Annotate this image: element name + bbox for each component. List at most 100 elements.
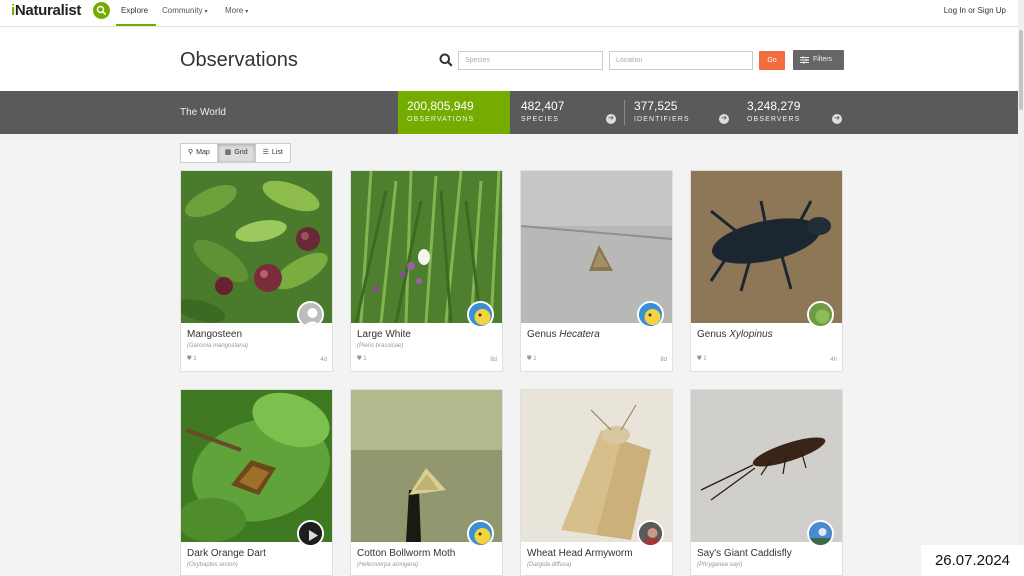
observation-title[interactable]: Dark Orange Dart xyxy=(187,548,266,559)
scientific-name: (Dargida diffusa) xyxy=(527,562,572,568)
arrow-right-icon: ➔ xyxy=(832,114,842,124)
observation-title[interactable]: Mangosteen xyxy=(187,329,242,340)
user-avatar[interactable] xyxy=(807,301,834,328)
stat-observations[interactable]: 200,805,949 OBSERVATIONS xyxy=(398,91,510,134)
search-icon xyxy=(439,53,453,67)
arrow-right-icon: ➔ xyxy=(606,114,616,124)
observation-title[interactable]: Large White xyxy=(357,329,411,340)
id-shield-icon: ⛊ xyxy=(357,356,362,362)
scientific-name: (Phryganea sayi) xyxy=(697,562,743,568)
login-signup-link[interactable]: Log In or Sign Up xyxy=(944,6,1006,15)
user-avatar[interactable] xyxy=(467,520,494,547)
view-toggle: ⚲ Map ▦ Grid ☰ List xyxy=(180,143,291,163)
page-title: Observations xyxy=(180,49,298,71)
tab-list-label: List xyxy=(271,149,283,156)
scrollbar-thumb[interactable] xyxy=(1019,30,1023,110)
date-stamp: 26.07.2024 xyxy=(921,545,1024,576)
observation-time: 4d xyxy=(320,357,327,363)
title-prefix: Genus xyxy=(697,329,730,340)
observation-title[interactable]: Genus Hecatera xyxy=(527,329,600,340)
scientific-name: (Pieris brassicae) xyxy=(357,343,404,349)
observation-title[interactable]: Wheat Head Armyworm xyxy=(527,548,633,559)
observation-card[interactable]: Genus Xylopinus ⛊ 1 4h xyxy=(690,170,843,372)
observation-title[interactable]: Genus Xylopinus xyxy=(697,329,773,340)
map-marker-icon: ⚲ xyxy=(188,149,194,156)
observation-time: 8d xyxy=(490,357,497,363)
list-icon: ☰ xyxy=(262,149,269,156)
page-header: Observations Species Location Go Filters xyxy=(0,27,1024,91)
place-name: The World xyxy=(180,107,226,118)
go-button[interactable]: Go xyxy=(759,51,785,70)
tab-grid-label: Grid xyxy=(234,149,248,156)
user-avatar[interactable] xyxy=(297,520,324,547)
observation-card[interactable]: Genus Hecatera ⛊ 1 8d xyxy=(520,170,673,372)
tab-grid[interactable]: ▦ Grid xyxy=(217,144,256,162)
filters-button[interactable]: Filters xyxy=(793,50,844,70)
stat-species[interactable]: 482,407 SPECIES ➔ xyxy=(512,91,624,134)
user-avatar[interactable] xyxy=(297,301,324,328)
observation-card[interactable]: Cotton Bollworm Moth (Helicoverpa armige… xyxy=(350,389,503,576)
nav-community-label: Community xyxy=(162,6,203,15)
nav-community[interactable]: Community ▾ xyxy=(162,6,207,15)
top-navbar: iNaturalist Explore Community ▾ More ▾ Log… xyxy=(0,0,1024,27)
observation-card[interactable]: Wheat Head Armyworm (Dargida diffusa) xyxy=(520,389,673,576)
id-count: 1 xyxy=(193,356,197,362)
stats-bar: The World 200,805,949 OBSERVATIONS 482,4… xyxy=(0,91,1024,134)
stat-label: IDENTIFIERS xyxy=(634,116,690,123)
observation-card[interactable]: Mangosteen (Garcinia mangostana) ⛊ 1 4d xyxy=(180,170,333,372)
nav-more-label: More xyxy=(225,6,244,15)
grid-icon: ▦ xyxy=(224,149,232,156)
chevron-down-icon: ▾ xyxy=(204,9,208,15)
filters-label: Filters xyxy=(813,56,833,63)
identifications-count: ⛊ 1 xyxy=(357,356,367,363)
observation-time: 4h xyxy=(830,357,837,363)
observation-card[interactable]: Large White (Pieris brassicae) ⛊ 1 8d xyxy=(350,170,503,372)
nav-more[interactable]: More ▾ xyxy=(225,6,248,15)
identifications-count: ⛊ 1 xyxy=(187,356,197,363)
id-shield-icon: ⛊ xyxy=(187,356,192,362)
taxon-name: Xylopinus xyxy=(729,329,773,340)
tab-map[interactable]: ⚲ Map xyxy=(181,144,218,162)
id-shield-icon: ⛊ xyxy=(527,356,532,362)
observation-card[interactable]: Say's Giant Caddisfly (Phryganea sayi) xyxy=(690,389,843,576)
stat-label: SPECIES xyxy=(521,116,560,123)
observation-title[interactable]: Say's Giant Caddisfly xyxy=(697,548,792,559)
sliders-icon xyxy=(800,56,809,64)
tab-map-label: Map xyxy=(196,149,210,156)
location-input[interactable]: Location xyxy=(609,51,753,70)
stat-label: OBSERVERS xyxy=(747,116,801,123)
search-icon[interactable] xyxy=(93,2,110,19)
active-nav-indicator xyxy=(116,24,156,26)
title-prefix: Genus xyxy=(527,329,560,340)
page-scrollbar[interactable] xyxy=(1018,0,1024,576)
chevron-down-icon: ▾ xyxy=(245,9,249,15)
arrow-right-icon: ➔ xyxy=(719,114,729,124)
stat-value: 3,248,279 xyxy=(747,99,801,113)
scientific-name: (Oxybaptes arcion) xyxy=(187,562,238,568)
taxon-name: Hecatera xyxy=(559,329,600,340)
stat-value: 377,525 xyxy=(634,99,678,113)
observation-time: 8d xyxy=(660,357,667,363)
id-shield-icon: ⛊ xyxy=(697,356,702,362)
user-avatar[interactable] xyxy=(807,520,834,547)
stat-value: 482,407 xyxy=(521,99,565,113)
observation-title[interactable]: Cotton Bollworm Moth xyxy=(357,548,455,559)
stat-identifiers[interactable]: 377,525 IDENTIFIERS ➔ xyxy=(625,91,737,134)
user-avatar[interactable] xyxy=(637,520,664,547)
scientific-name: (Garcinia mangostana) xyxy=(187,343,249,349)
user-avatar[interactable] xyxy=(467,301,494,328)
stat-value: 200,805,949 xyxy=(407,99,474,113)
stat-label: OBSERVATIONS xyxy=(407,116,475,123)
stat-observers[interactable]: 3,248,279 OBSERVERS ➔ xyxy=(738,91,850,134)
nav-explore[interactable]: Explore xyxy=(121,6,148,15)
id-count: 1 xyxy=(703,356,707,362)
user-avatar[interactable] xyxy=(637,301,664,328)
id-count: 1 xyxy=(533,356,537,362)
observation-card[interactable]: Dark Orange Dart (Oxybaptes arcion) xyxy=(180,389,333,576)
inaturalist-logo[interactable]: iNaturalist xyxy=(11,2,81,19)
tab-list[interactable]: ☰ List xyxy=(256,144,290,162)
scientific-name: (Helicoverpa armigera) xyxy=(357,562,419,568)
identifications-count: ⛊ 1 xyxy=(527,356,537,363)
identifications-count: ⛊ 1 xyxy=(697,356,707,363)
species-input[interactable]: Species xyxy=(458,51,603,70)
